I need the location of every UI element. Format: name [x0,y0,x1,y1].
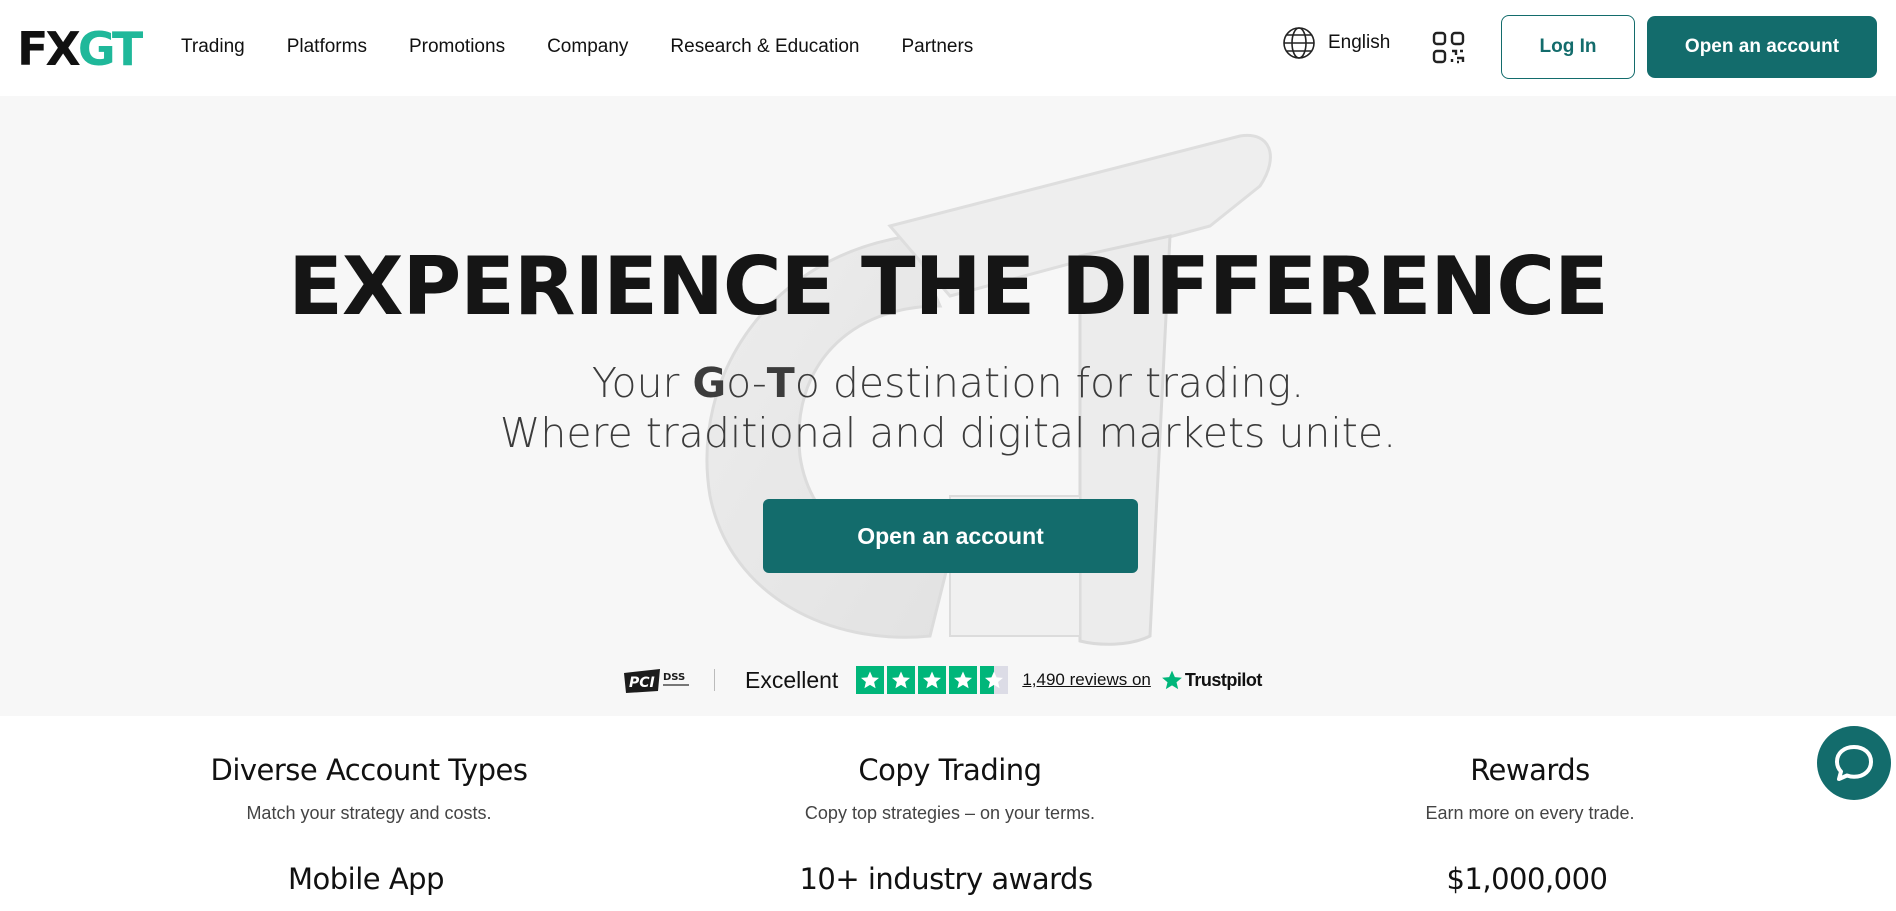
star-icon [918,666,947,694]
subtitle-text-mid: o- [726,359,767,407]
feature-description: Copy top strategies – on your terms. [804,803,1096,823]
star-icon [887,666,916,694]
subtitle-text-pre: Your [591,359,693,407]
reviews-link[interactable]: 1,490 reviews on [1022,670,1151,690]
nav-item-partners[interactable]: Partners [901,36,973,58]
logo-gt: GT [77,22,143,76]
stat-industry-awards: 10+ industry awards [799,862,1093,896]
stat-rewards-amount: $1,000,000 [1446,862,1608,896]
hero-subtitle-line-2: Where traditional and digital markets un… [499,409,1397,457]
svg-text:DSS: DSS [663,672,685,683]
language-selector[interactable]: English [1282,26,1390,60]
feature-title: Diverse Account Types [210,753,528,787]
feature-description: Match your strategy and costs. [246,803,492,823]
hero-subtitle: Your Go-To destination for trading. Wher… [0,358,1896,458]
nav-item-research-education[interactable]: Research & Education [670,36,859,58]
trust-rating-text: Excellent [745,666,839,693]
star-icon [949,666,978,694]
nav-item-platforms[interactable]: Platforms [287,36,367,58]
qr-code-icon[interactable] [1432,31,1465,64]
open-account-button-hero[interactable]: Open an account [763,499,1138,573]
language-label: English [1328,32,1391,53]
trustpilot-star-icon [1161,670,1182,690]
feature-title: Copy Trading [858,753,1042,787]
subtitle-text-post: o destination for trading. [794,359,1305,407]
nav-item-company[interactable]: Company [547,36,628,58]
open-account-button-header[interactable]: Open an account [1647,16,1877,78]
site-header: FXGT Trading Platforms Promotions Compan… [0,0,1896,96]
stat-mobile-app: Mobile App [287,862,445,896]
trustpilot-logo[interactable]: Trustpilot [1161,669,1262,691]
feature-description: Earn more on every trade. [1425,803,1635,823]
chat-icon [1835,745,1873,781]
feature-title: Rewards [1470,753,1590,787]
feature-copy-trading[interactable]: Copy Trading Copy top strategies – on yo… [710,752,1190,824]
half-star-icon [980,666,1009,694]
nav-item-trading[interactable]: Trading [181,36,245,58]
live-chat-button[interactable] [1817,726,1891,800]
subtitle-bold-g: G [692,359,727,407]
logo-fx: FX [17,22,81,76]
svg-text:PCI: PCI [629,675,655,691]
hero-title: EXPERIENCE THE DIFFERENCE [288,240,1609,333]
globe-icon [1283,27,1315,59]
fxgt-logo[interactable]: FXGT [17,26,143,72]
star-icon [856,666,885,694]
features-section: Diverse Account Types Match your strateg… [0,716,1896,911]
trustpilot-stars [856,666,1009,694]
trust-row: PCI DSS Excellent 1,490 reviews on Trust… [622,664,1262,696]
hero-section: EXPERIENCE THE DIFFERENCE Your Go-To des… [0,96,1896,716]
main-nav: Trading Platforms Promotions Company Res… [181,36,973,58]
subtitle-bold-t: T [766,359,795,407]
trust-divider [714,669,715,691]
trustpilot-label: Trustpilot [1184,669,1263,690]
login-button[interactable]: Log In [1501,15,1635,79]
feature-rewards[interactable]: Rewards Earn more on every trade. [1290,752,1770,824]
pci-dss-badge: PCI DSS [624,669,689,693]
feature-account-types[interactable]: Diverse Account Types Match your strateg… [129,752,609,824]
hero-subtitle-line-1: Your Go-To destination for trading. [0,358,1896,408]
nav-item-promotions[interactable]: Promotions [409,36,505,58]
